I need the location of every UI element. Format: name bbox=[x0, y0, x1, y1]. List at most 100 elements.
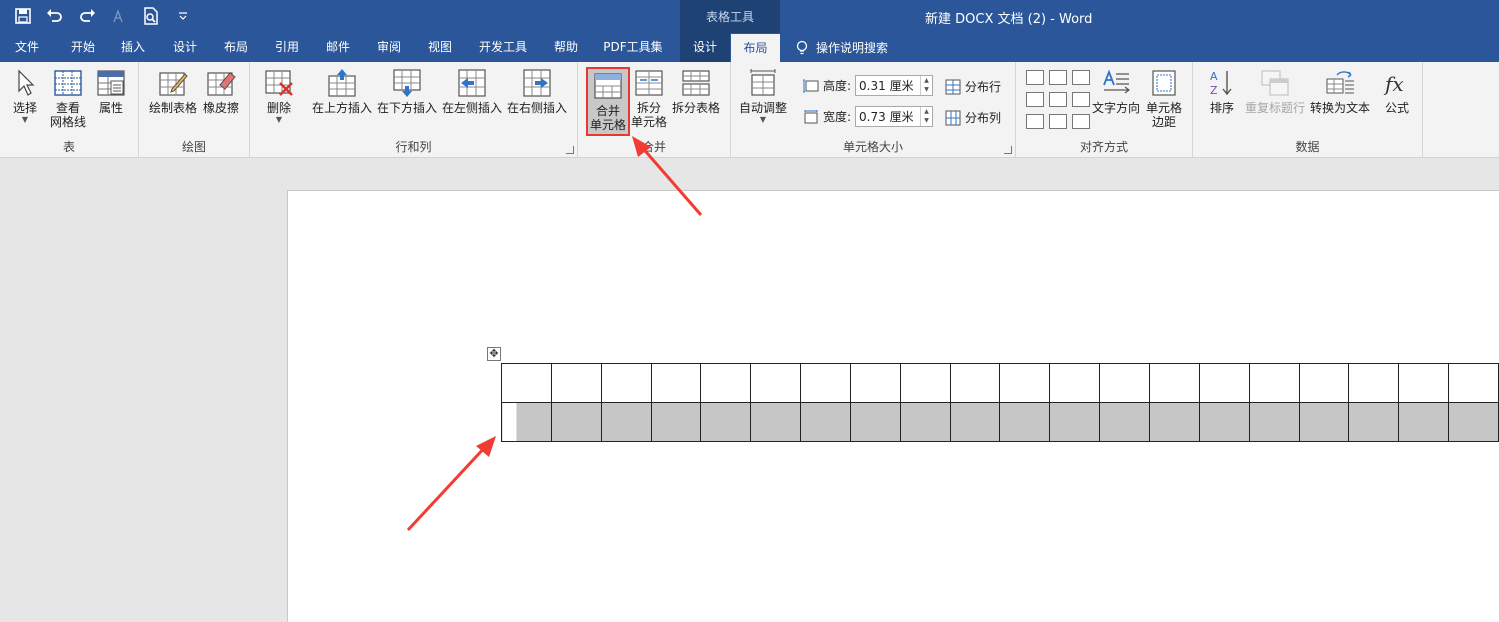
table-cell[interactable] bbox=[501, 363, 552, 403]
table-cell[interactable] bbox=[1099, 402, 1150, 442]
save-icon[interactable] bbox=[12, 6, 34, 26]
insert-left-button[interactable]: 在左侧插入 bbox=[442, 68, 502, 115]
table-cell[interactable] bbox=[700, 402, 752, 442]
table-cell[interactable] bbox=[1049, 402, 1101, 442]
table-cell[interactable] bbox=[501, 402, 552, 442]
table-cell[interactable] bbox=[600, 402, 652, 442]
table-cell[interactable] bbox=[750, 363, 802, 403]
eraser-button[interactable]: 橡皮擦 bbox=[203, 68, 239, 115]
table-cell[interactable] bbox=[849, 363, 901, 403]
rows-columns-dialog-launcher[interactable] bbox=[566, 146, 574, 154]
table-cell[interactable] bbox=[1049, 363, 1101, 403]
table-cell[interactable] bbox=[800, 402, 851, 442]
table-cell[interactable] bbox=[1448, 363, 1499, 403]
table-cell[interactable] bbox=[600, 363, 652, 403]
table-row[interactable] bbox=[501, 402, 1499, 442]
convert-to-text-button[interactable]: 转换为文本 bbox=[1310, 68, 1370, 115]
table-cell[interactable] bbox=[999, 402, 1051, 442]
insert-right-button[interactable]: 在右侧插入 bbox=[507, 68, 567, 115]
print-preview-icon[interactable] bbox=[140, 6, 162, 26]
split-table-button[interactable]: 拆分表格 bbox=[672, 68, 720, 115]
table-cell[interactable] bbox=[800, 363, 851, 403]
sort-button[interactable]: AZ 排序 bbox=[1207, 68, 1237, 115]
tab-table-design[interactable]: 设计 bbox=[680, 33, 730, 62]
table-cell[interactable] bbox=[1348, 402, 1400, 442]
tab-view[interactable]: 视图 bbox=[423, 33, 457, 62]
tab-help[interactable]: 帮助 bbox=[549, 33, 583, 62]
document-table[interactable] bbox=[501, 363, 1499, 442]
align-bottom-center-icon[interactable] bbox=[1049, 114, 1067, 129]
align-top-right-icon[interactable] bbox=[1072, 70, 1090, 85]
table-cell[interactable] bbox=[750, 402, 802, 442]
tab-design[interactable]: 设计 bbox=[168, 33, 202, 62]
table-move-handle-icon[interactable]: ✥ bbox=[487, 347, 501, 361]
redo-icon[interactable] bbox=[76, 6, 98, 26]
align-top-left-icon[interactable] bbox=[1026, 70, 1044, 85]
table-cell[interactable] bbox=[550, 363, 602, 403]
tab-file[interactable]: 文件 bbox=[10, 33, 44, 62]
align-middle-left-icon[interactable] bbox=[1026, 92, 1044, 107]
insert-above-button[interactable]: 在上方插入 bbox=[312, 68, 372, 115]
delete-button[interactable]: 删除 ▼ bbox=[264, 68, 294, 124]
table-cell[interactable] bbox=[1148, 363, 1200, 403]
table-cell[interactable] bbox=[1398, 363, 1450, 403]
align-middle-right-icon[interactable] bbox=[1072, 92, 1090, 107]
table-cell[interactable] bbox=[1198, 402, 1250, 442]
properties-button[interactable]: 属性 bbox=[96, 68, 126, 115]
merge-cells-button[interactable]: 合并 单元格 bbox=[586, 67, 631, 136]
table-row[interactable] bbox=[501, 363, 1499, 403]
table-cell[interactable] bbox=[899, 363, 951, 403]
table-cell[interactable] bbox=[949, 363, 1001, 403]
tab-home[interactable]: 开始 bbox=[66, 33, 100, 62]
table-cell[interactable] bbox=[1298, 363, 1350, 403]
table-cell[interactable] bbox=[949, 402, 1001, 442]
table-cell[interactable] bbox=[1148, 402, 1200, 442]
width-spin-arrows[interactable]: ▲ ▼ bbox=[920, 107, 932, 126]
align-bottom-right-icon[interactable] bbox=[1072, 114, 1090, 129]
tab-review[interactable]: 审阅 bbox=[372, 33, 406, 62]
undo-icon[interactable] bbox=[44, 6, 66, 26]
table-cell[interactable] bbox=[550, 402, 602, 442]
repeat-header-rows-button[interactable]: 重复标题行 bbox=[1245, 68, 1305, 115]
draw-table-button[interactable]: 绘制表格 bbox=[149, 68, 197, 115]
height-spin-arrows[interactable]: ▲ ▼ bbox=[920, 76, 932, 95]
view-gridlines-button[interactable]: 查看 网格线 bbox=[50, 68, 86, 129]
distribute-columns-button[interactable]: 分布列 bbox=[945, 109, 1001, 126]
tab-insert[interactable]: 插入 bbox=[116, 33, 150, 62]
cell-margins-button[interactable]: 单元格 边距 bbox=[1146, 68, 1182, 129]
table-cell[interactable] bbox=[1248, 363, 1300, 403]
distribute-rows-button[interactable]: 分布行 bbox=[945, 78, 1001, 95]
text-direction-button[interactable]: 文字方向 bbox=[1092, 68, 1140, 115]
table-cell[interactable] bbox=[1248, 402, 1300, 442]
table-cell[interactable] bbox=[1448, 402, 1499, 442]
insert-below-button[interactable]: 在下方插入 bbox=[377, 68, 437, 115]
font-size-icon[interactable] bbox=[108, 6, 130, 26]
table-cell[interactable] bbox=[1298, 402, 1350, 442]
tab-references[interactable]: 引用 bbox=[270, 33, 304, 62]
table-cell[interactable] bbox=[999, 363, 1051, 403]
formula-button[interactable]: fx 公式 bbox=[1382, 68, 1412, 115]
align-top-center-icon[interactable] bbox=[1049, 70, 1067, 85]
customize-qat-icon[interactable] bbox=[172, 6, 194, 26]
select-button[interactable]: 选择 ▼ bbox=[10, 68, 40, 124]
table-cell[interactable] bbox=[899, 402, 951, 442]
table-cell[interactable] bbox=[1398, 402, 1450, 442]
tab-developer[interactable]: 开发工具 bbox=[475, 33, 531, 62]
table-cell[interactable] bbox=[1099, 363, 1150, 403]
table-cell[interactable] bbox=[1198, 363, 1250, 403]
align-middle-center-icon[interactable] bbox=[1049, 92, 1067, 107]
tell-me-search[interactable]: 操作说明搜索 bbox=[796, 33, 888, 62]
align-bottom-left-icon[interactable] bbox=[1026, 114, 1044, 129]
cell-size-dialog-launcher[interactable] bbox=[1004, 146, 1012, 154]
tab-layout[interactable]: 布局 bbox=[219, 33, 253, 62]
table-cell[interactable] bbox=[849, 402, 901, 442]
width-input[interactable]: 0.73 厘米 ▲ ▼ bbox=[855, 106, 934, 127]
tab-table-layout[interactable]: 布局 bbox=[731, 33, 780, 62]
table-cell[interactable] bbox=[650, 402, 702, 442]
tab-pdf-tools[interactable]: PDF工具集 bbox=[600, 33, 666, 62]
height-input[interactable]: 0.31 厘米 ▲ ▼ bbox=[855, 75, 934, 96]
split-cells-button[interactable]: 拆分 单元格 bbox=[631, 68, 667, 129]
tab-mailings[interactable]: 邮件 bbox=[321, 33, 355, 62]
table-cell[interactable] bbox=[700, 363, 752, 403]
autofit-button[interactable]: 自动调整 ▼ bbox=[739, 68, 787, 124]
